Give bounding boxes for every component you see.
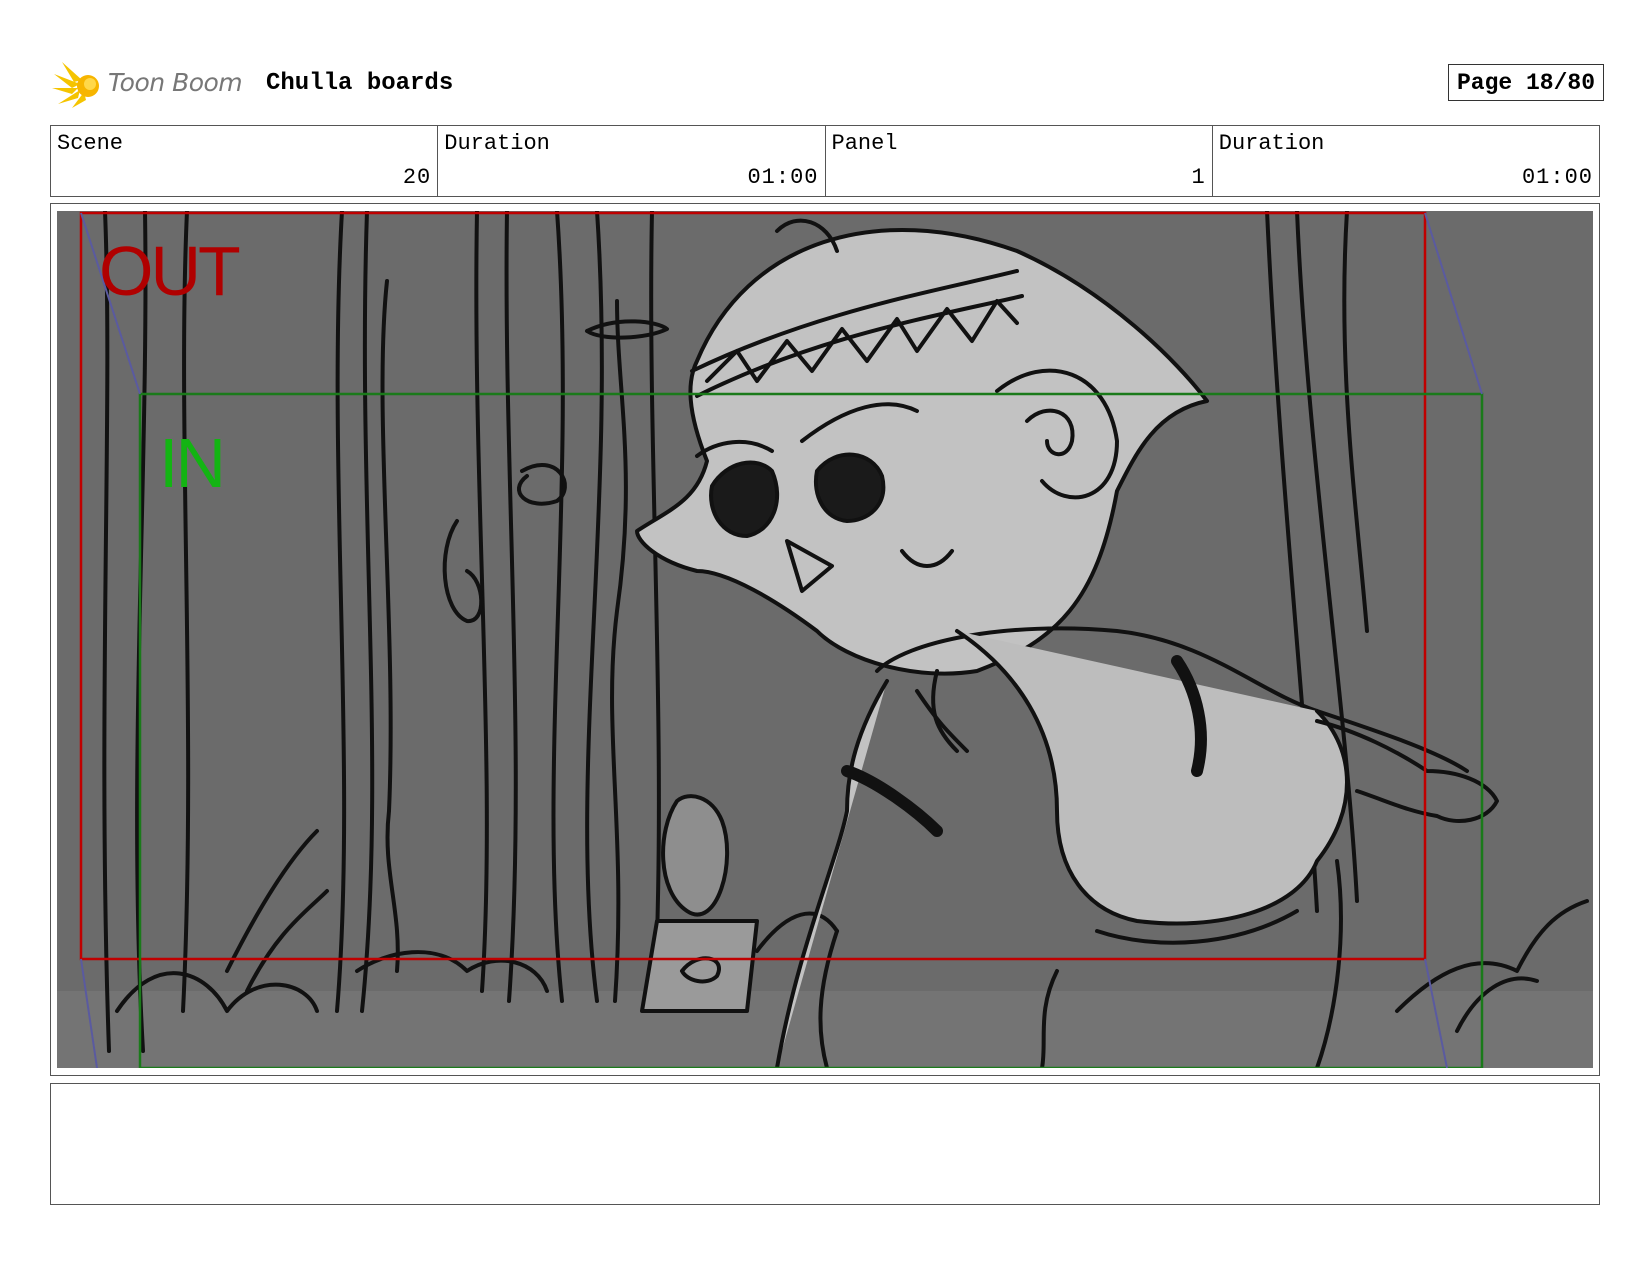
sunburst-icon xyxy=(52,62,99,108)
panel-duration-label: Duration xyxy=(1218,131,1325,156)
scene-info-table: Scene 20 Duration 01:00 Panel 1 Duration… xyxy=(50,125,1600,197)
in-frame-label: IN xyxy=(159,424,226,502)
logo-text: Toon Boom xyxy=(108,68,243,97)
panel-label: Panel xyxy=(831,131,898,156)
panel-sketch xyxy=(57,211,1593,1068)
panel-notes-box[interactable] xyxy=(50,1083,1600,1205)
panel-duration-cell: Duration 01:00 xyxy=(1213,126,1599,196)
panel-value: 1 xyxy=(1191,165,1206,190)
scene-duration-cell: Duration 01:00 xyxy=(438,126,826,196)
scene-value: 20 xyxy=(402,165,432,190)
scene-duration-label: Duration xyxy=(444,131,550,156)
page-header: Toon Boom Chulla boards Page 18/80 xyxy=(52,58,1604,110)
project-title: Chulla boards xyxy=(266,70,454,97)
scene-cell: Scene 20 xyxy=(51,126,439,196)
panel-duration-value: 01:00 xyxy=(1521,165,1593,190)
panel-cell: Panel 1 xyxy=(826,126,1213,196)
scene-duration-value: 01:00 xyxy=(747,165,819,190)
out-frame-label: OUT xyxy=(99,232,241,310)
page-number-badge: Page 18/80 xyxy=(1447,64,1604,101)
toon-boom-logo: Toon Boom xyxy=(52,58,252,110)
storyboard-panel-image: OUT IN xyxy=(57,211,1593,1068)
scene-label: Scene xyxy=(57,131,124,156)
